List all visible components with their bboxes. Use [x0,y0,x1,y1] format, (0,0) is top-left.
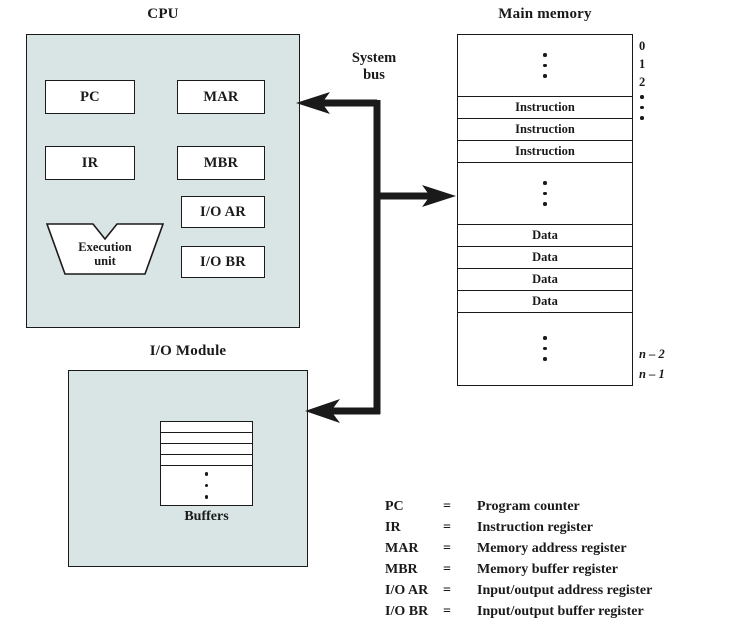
legend-equals: = [443,541,451,556]
legend-abbr-mar: MAR [385,541,419,556]
vertical-ellipsis-icon [458,313,632,384]
register-ir[interactable]: IR [45,146,135,180]
register-io-ar[interactable]: I/O AR [181,196,265,228]
system-bus-label: System bus [335,50,413,84]
legend-equals: = [443,604,451,619]
memory-cell: Instruction [458,119,632,141]
legend-abbr-pc: PC [385,499,404,514]
memory-address-2: 2 [639,75,646,89]
cpu-title: CPU [147,6,179,22]
register-mar[interactable]: MAR [177,80,265,114]
io-module-title: I/O Module [149,343,227,359]
system-bus-line1: System [351,50,397,66]
legend-equals: = [443,520,451,535]
legend-equals: = [443,562,451,577]
memory-cell: Data [458,291,632,313]
memory-cell: Data [458,247,632,269]
legend-equals: = [443,583,451,598]
buffer-slot [161,433,252,444]
buffers-label: Buffers [184,509,229,524]
vertical-ellipsis-icon [458,163,632,224]
legend-desc-io-ar: Input/output address register [477,583,653,598]
cpu-block [26,34,300,328]
memory-cell: Data [458,225,632,247]
memory-cell-ellipsis [458,35,632,97]
legend-desc-io-br: Input/output buffer register [477,604,644,619]
execution-unit[interactable]: Execution unit [45,222,165,276]
legend-abbr-ir: IR [385,520,401,535]
bus-arrow-to-memory [422,185,456,207]
buffer-ellipsis-icon [161,466,252,505]
memory-address-n-minus-2: n – 2 [639,347,665,361]
legend: PC = Program counter IR = Instruction re… [385,497,652,621]
memory-address-1: 1 [639,57,646,71]
memory-cell: Instruction [458,97,632,119]
legend-desc-pc: Program counter [477,499,580,514]
legend-desc-ir: Instruction register [477,520,593,535]
main-memory-column: Instruction Instruction Instruction Data… [457,34,633,386]
memory-cell: Data [458,269,632,291]
memory-address-0: 0 [639,39,646,53]
legend-desc-mbr: Memory buffer register [477,562,618,577]
system-bus-line2: bus [363,67,385,83]
bus-arrow-to-io-module [305,399,340,423]
legend-desc-mar: Memory address register [477,541,627,556]
vertical-ellipsis-icon [458,35,632,96]
register-mbr[interactable]: MBR [177,146,265,180]
diagram-canvas: CPU PC IR MAR MBR I/O AR I/O BR Executio… [0,0,730,621]
buffer-slot [161,455,252,466]
memory-address-n-minus-1: n – 1 [639,367,665,381]
buffer-slot [161,444,252,455]
io-buffers [160,421,253,506]
legend-abbr-io-br: I/O BR [385,604,429,619]
memory-cell-ellipsis [458,163,632,225]
legend-abbr-io-ar: I/O AR [385,583,429,598]
memory-address-ellipsis-icon [640,95,644,120]
buffer-slot [161,422,252,433]
memory-cell-ellipsis [458,313,632,384]
memory-cell: Instruction [458,141,632,163]
register-pc[interactable]: PC [45,80,135,114]
main-memory-title: Main memory [498,6,592,22]
legend-equals: = [443,499,451,514]
register-io-br[interactable]: I/O BR [181,246,265,278]
bus-arrow-to-cpu [296,92,330,114]
legend-abbr-mbr: MBR [385,562,418,577]
